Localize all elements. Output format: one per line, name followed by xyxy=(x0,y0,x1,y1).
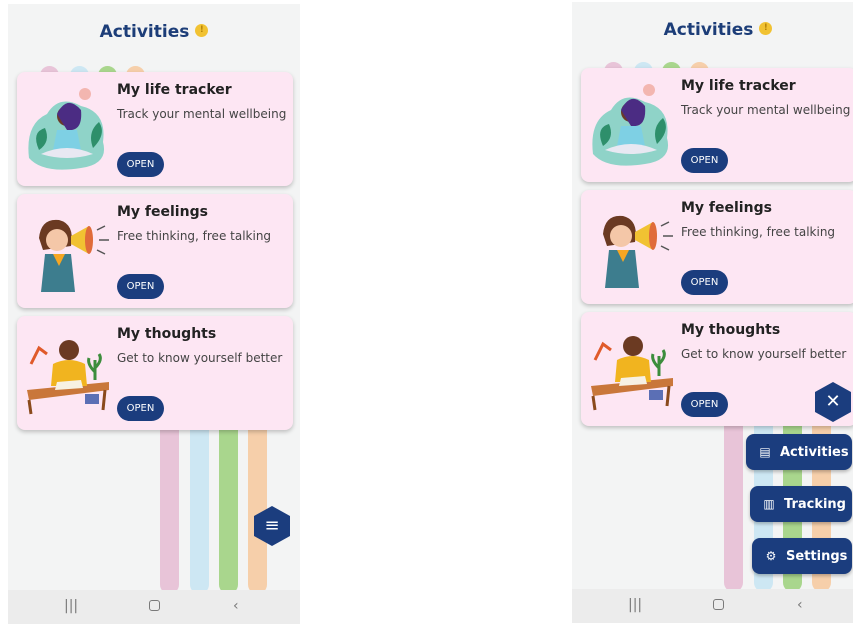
open-button[interactable]: OPEN xyxy=(681,392,728,417)
back-icon[interactable]: ‹ xyxy=(233,598,239,614)
decor-stripe-pink xyxy=(724,412,743,592)
open-button[interactable]: OPEN xyxy=(117,274,164,299)
megaphone-girl-illustration xyxy=(39,219,109,292)
recent-apps-icon[interactable]: ||| xyxy=(628,597,642,613)
card-title: My feelings xyxy=(681,200,772,216)
page-title: Activities! xyxy=(8,22,300,42)
phone-screen-menu-open: Activities! My life tracker Track your m… xyxy=(572,2,853,623)
home-icon[interactable] xyxy=(713,599,724,610)
open-button[interactable]: OPEN xyxy=(681,270,728,295)
card-life-tracker[interactable]: My life tracker Track your mental wellbe… xyxy=(17,72,293,186)
card-subtitle: Get to know yourself better xyxy=(681,347,847,361)
card-thoughts[interactable]: My thoughts Get to know yourself better … xyxy=(581,312,853,426)
phone-screen-menu-closed: Activities! My life tracker Track your m… xyxy=(8,4,300,624)
card-subtitle: Get to know yourself better xyxy=(117,351,283,365)
card-title: My life tracker xyxy=(681,78,796,94)
home-icon[interactable] xyxy=(149,600,160,611)
writing-man-illustration xyxy=(591,336,673,411)
card-title: My feelings xyxy=(117,204,208,220)
info-icon[interactable]: ! xyxy=(759,21,773,35)
android-nav-bar: ||| ‹ xyxy=(572,589,853,623)
close-icon: ✕ xyxy=(825,391,841,412)
card-title: My thoughts xyxy=(681,322,781,338)
decor-stripe-blue xyxy=(190,414,209,594)
card-feelings[interactable]: My feelings Free thinking, free talking … xyxy=(17,194,293,308)
card-title: My life tracker xyxy=(117,82,232,98)
card-subtitle: Free thinking, free talking xyxy=(117,229,272,243)
card-life-tracker[interactable]: My life tracker Track your mental wellbe… xyxy=(581,68,853,182)
open-button[interactable]: OPEN xyxy=(117,152,164,177)
clipboard-icon: ▤ xyxy=(759,445,771,459)
open-button[interactable]: OPEN xyxy=(117,396,164,421)
card-feelings[interactable]: My feelings Free thinking, free talking … xyxy=(581,190,853,304)
meditation-illustration xyxy=(28,88,105,170)
open-button[interactable]: OPEN xyxy=(681,148,728,173)
recent-apps-icon[interactable]: ||| xyxy=(64,598,78,614)
chart-icon: ▥ xyxy=(763,497,775,511)
card-subtitle: Track your mental wellbeing xyxy=(681,103,851,117)
decor-stripe-orange xyxy=(248,414,267,594)
android-nav-bar: ||| ‹ xyxy=(8,590,300,624)
menu-item-activities[interactable]: ▤ Activities xyxy=(746,434,852,470)
card-subtitle: Track your mental wellbeing xyxy=(117,107,287,121)
meditation-illustration xyxy=(592,84,669,166)
decor-stripe-green xyxy=(219,414,238,594)
card-title: My thoughts xyxy=(117,326,217,342)
back-icon[interactable]: ‹ xyxy=(797,597,803,613)
menu-item-settings[interactable]: ⚙ Settings xyxy=(752,538,852,574)
info-icon[interactable]: ! xyxy=(195,23,209,37)
writing-man-illustration xyxy=(27,340,109,415)
megaphone-girl-illustration xyxy=(603,215,673,288)
menu-item-tracking[interactable]: ▥ Tracking xyxy=(750,486,852,522)
decor-stripe-pink xyxy=(160,414,179,594)
card-subtitle: Free thinking, free talking xyxy=(681,225,836,239)
page-title: Activities! xyxy=(572,20,853,40)
card-thoughts[interactable]: My thoughts Get to know yourself better … xyxy=(17,316,293,430)
gear-icon: ⚙ xyxy=(765,549,777,563)
hamburger-icon: ≡ xyxy=(264,515,280,536)
